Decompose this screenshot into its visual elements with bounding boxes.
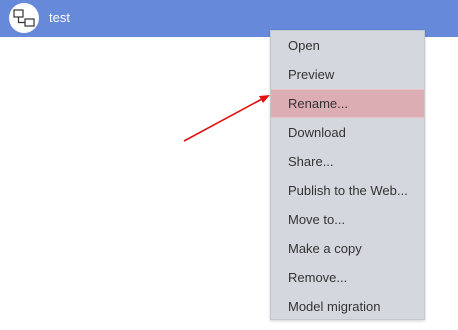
page: test Open Preview Rename... Download Sha… — [0, 0, 458, 330]
menu-item-model-migration[interactable]: Model migration — [271, 292, 424, 321]
menu-item-preview[interactable]: Preview — [271, 60, 424, 89]
menu-item-rename[interactable]: Rename... — [271, 89, 424, 118]
menu-item-remove[interactable]: Remove... — [271, 263, 424, 292]
document-title: test — [49, 10, 70, 25]
menu-item-share[interactable]: Share... — [271, 147, 424, 176]
context-menu: Open Preview Rename... Download Share...… — [270, 30, 425, 320]
menu-item-make-a-copy[interactable]: Make a copy — [271, 234, 424, 263]
menu-item-move-to[interactable]: Move to... — [271, 205, 424, 234]
diagram-icon[interactable] — [9, 3, 39, 33]
menu-item-download[interactable]: Download — [271, 118, 424, 147]
menu-item-publish-to-web[interactable]: Publish to the Web... — [271, 176, 424, 205]
menu-item-open[interactable]: Open — [271, 31, 424, 60]
